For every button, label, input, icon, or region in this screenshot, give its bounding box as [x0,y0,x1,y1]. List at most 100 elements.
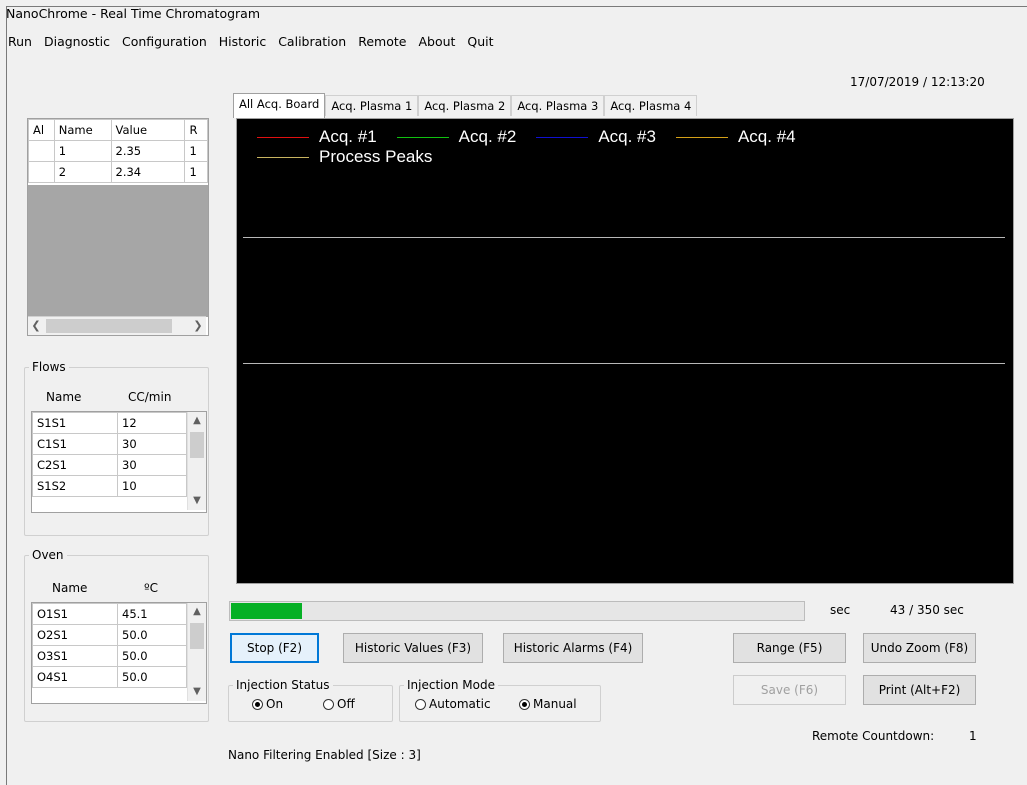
flows-table[interactable]: S1S1 12 C1S1 30 C2S1 30 S1S2 10 ▲ ▼ [31,411,207,513]
table-row[interactable]: C1S1 30 [32,433,187,455]
scroll-up-icon[interactable]: ▲ [188,412,206,430]
oven-table[interactable]: O1S1 45.1 O2S1 50.0 O3S1 50.0 O4S1 50.0 ▲ ▼ [31,602,207,704]
table-cell: O2S1 [32,624,118,646]
save-button[interactable]: Save (F6) [733,675,846,705]
column-header[interactable]: R [184,119,208,141]
scroll-down-icon[interactable]: ▼ [188,492,206,510]
run-progress-bar [229,601,805,621]
menu-historic[interactable]: Historic [213,32,272,52]
scrollbar-thumb[interactable] [46,319,172,333]
menu-diagnostic[interactable]: Diagnostic [38,32,116,52]
radio-label: Automatic [429,697,491,711]
remote-countdown-label: Remote Countdown: [812,729,935,743]
chart-gridline [243,237,1005,238]
scroll-right-icon[interactable]: ❯ [190,317,206,335]
table-cell: C2S1 [32,454,118,476]
table-row[interactable]: S1S1 12 [32,412,187,434]
table-empty-area [28,185,208,317]
flows-header-name: Name [46,390,82,404]
mode-automatic-radio[interactable]: Automatic [415,697,491,711]
chart-tabs: All Acq. Board Acq. Plasma 1 Acq. Plasma… [233,93,698,118]
legend-label-acq-4: Acq. #4 [737,127,796,146]
chart-gridline [243,363,1005,364]
table-cell: 1 [53,140,112,162]
radio-selected-icon [519,698,530,710]
legend-label-acq-3: Acq. #3 [598,127,656,146]
menu-calibration[interactable]: Calibration [272,32,352,52]
table-cell: 12 [117,412,187,434]
datetime-display: 17/07/2019 / 12:13:20 [850,75,985,89]
print-button[interactable]: Print (Alt+F2) [863,675,976,705]
table-row[interactable]: O1S1 45.1 [32,603,187,625]
stop-button[interactable]: Stop (F2) [230,633,319,663]
table-cell: 1 [184,140,208,162]
window-title: NanoChrome - Real Time Chromatogram [6,6,261,21]
legend-swatch-acq-1 [257,136,309,138]
table-row[interactable]: O2S1 50.0 [32,624,187,646]
legend-swatch-process-peaks [257,156,309,158]
alarm-table-horizontal-scrollbar[interactable]: ❮ ❯ [28,316,206,335]
table-row[interactable]: 2 2.34 1 [28,161,208,183]
table-cell: 10 [117,475,187,497]
table-cell: O1S1 [32,603,118,625]
radio-label: On [266,697,284,711]
scroll-left-icon[interactable]: ❮ [28,317,44,335]
progress-unit-label: sec [830,603,851,617]
flows-group-title: Flows [32,360,66,374]
status-text: Nano Filtering Enabled [Size : 3] [228,748,421,762]
radio-empty-icon [323,698,334,710]
scrollbar-thumb[interactable] [190,623,204,649]
table-cell: 2.35 [110,140,186,162]
table-cell: 50.0 [117,666,187,688]
injection-status-label: Injection Status [236,678,330,692]
chromatogram-plot[interactable]: Acq. #1 Acq. #2 Acq. #3 Acq. #4 Process … [236,118,1014,584]
menu-about[interactable]: About [412,32,461,52]
menu-remote[interactable]: Remote [352,32,412,52]
injection-off-radio[interactable]: Off [323,697,355,711]
tab-acq-plasma-2[interactable]: Acq. Plasma 2 [418,95,512,116]
oven-header-unit: ºC [144,581,159,595]
menu-quit[interactable]: Quit [461,32,499,52]
tab-acq-plasma-1[interactable]: Acq. Plasma 1 [325,95,419,116]
table-cell: 30 [117,433,187,455]
table-header-row: Al Name Value R [28,119,208,141]
remote-countdown-value: 1 [969,729,977,743]
alarm-table[interactable]: Al Name Value R 1 2.35 1 2 2.34 1 [27,118,209,336]
legend-swatch-acq-2 [396,136,449,138]
radio-empty-icon [415,698,426,710]
tab-all-acq-board[interactable]: All Acq. Board [233,93,326,118]
scroll-up-icon[interactable]: ▲ [188,603,206,621]
tab-acq-plasma-4[interactable]: Acq. Plasma 4 [604,95,698,116]
range-button[interactable]: Range (F5) [733,633,846,663]
table-cell: 50.0 [117,624,187,646]
table-cell: S1S2 [32,475,118,497]
table-row[interactable]: O4S1 50.0 [32,666,187,688]
table-row[interactable]: O3S1 50.0 [32,645,187,667]
table-row[interactable]: C2S1 30 [32,454,187,476]
historic-values-button[interactable]: Historic Values (F3) [343,633,483,663]
progress-fill [231,603,302,619]
column-header[interactable]: Value [110,119,186,141]
scroll-down-icon[interactable]: ▼ [188,683,206,701]
undo-zoom-button[interactable]: Undo Zoom (F8) [863,633,976,663]
column-header[interactable]: Al [28,119,55,141]
injection-on-radio[interactable]: On [252,697,283,711]
table-row[interactable]: S1S2 10 [32,475,187,497]
menu-run[interactable]: Run [2,32,38,52]
flows-vertical-scrollbar[interactable]: ▲ ▼ [187,412,206,510]
oven-vertical-scrollbar[interactable]: ▲ ▼ [187,603,206,701]
table-cell: 50.0 [117,645,187,667]
flows-header-unit: CC/min [128,390,172,404]
tab-acq-plasma-3[interactable]: Acq. Plasma 3 [511,95,605,116]
table-cell: C1S1 [32,433,118,455]
legend-label-acq-1: Acq. #1 [319,127,377,146]
radio-label: Manual [533,697,577,711]
column-header[interactable]: Name [53,119,112,141]
historic-alarms-button[interactable]: Historic Alarms (F4) [503,633,643,663]
mode-manual-radio[interactable]: Manual [519,697,577,711]
scrollbar-thumb[interactable] [190,432,204,458]
menu-configuration[interactable]: Configuration [116,32,213,52]
injection-mode-label: Injection Mode [407,678,495,692]
table-row[interactable]: 1 2.35 1 [28,140,208,162]
table-cell [28,161,55,183]
